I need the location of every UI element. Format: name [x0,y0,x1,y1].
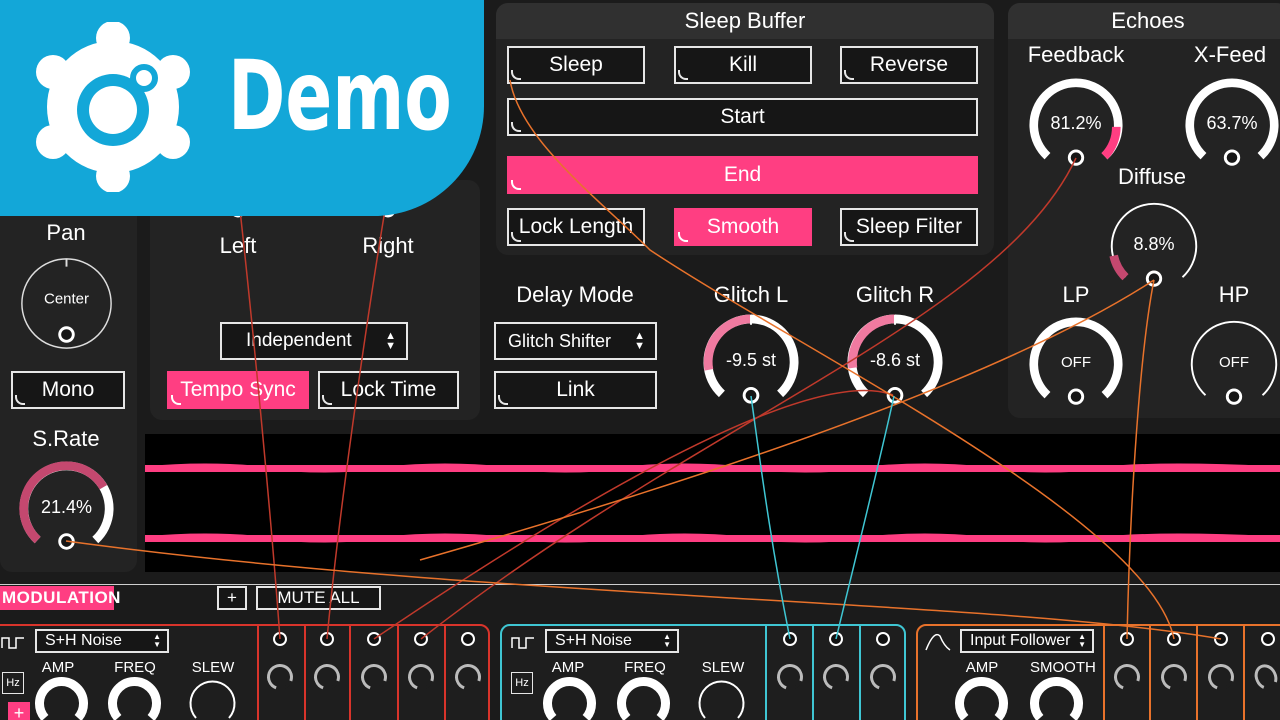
mod-2-hz-button[interactable]: Hz [511,672,533,694]
mod-2-amp-label: AMP [551,659,585,676]
xfeed-knob[interactable]: 63.7% [1184,77,1280,173]
left-label: Left [219,233,257,258]
end-button[interactable]: End [507,156,978,194]
glitch-l-knob[interactable]: -9.5 st [702,313,800,411]
glitch-r-value: -8.6 st [869,349,921,370]
hp-label: HP [1218,282,1250,307]
echoes-title: Echoes [1008,3,1280,39]
mod-3-output-jack[interactable] [1120,632,1134,646]
updown-icon: ▲ ▼ [634,330,645,352]
mono-button[interactable]: Mono [11,371,125,409]
srate-value: 21.4% [40,496,93,517]
feedback-label: Feedback [1027,42,1125,67]
smooth-button[interactable]: Smooth [674,208,812,246]
link-button[interactable]: Link [494,371,657,409]
sleep-button[interactable]: Sleep [507,46,645,84]
pan-knob[interactable]: Center [18,255,115,352]
waveform-scope [144,434,1280,572]
reverse-button[interactable]: Reverse [840,46,978,84]
start-button[interactable]: Start [507,98,978,136]
delay-mode-label: Delay Mode [516,282,634,307]
mod-1-output-jack[interactable] [461,632,475,646]
glitch-l-value: -9.5 st [725,349,777,370]
srate-knob[interactable]: 21.4% [18,460,115,557]
mod-3-output-jack[interactable] [1261,632,1275,646]
diffuse-value: 8.8% [1133,233,1175,254]
mod-1-slew-label: SLEW [191,659,235,676]
glitch-l-label: Glitch L [713,282,789,307]
mod-1-plus-button[interactable]: + [8,702,30,720]
updown-icon: ▲ ▼ [1078,632,1086,649]
demo-title: Demo [228,40,452,152]
hp-knob[interactable]: OFF [1186,316,1280,412]
delay-mode-select[interactable]: Glitch Shifter ▲ ▼ [494,322,657,360]
pan-label: Pan [46,220,86,245]
lock-length-button[interactable]: Lock Length [507,208,645,246]
srate-label: S.Rate [32,426,100,451]
mod-2-type: S+H Noise [555,632,632,649]
glitch-r-label: Glitch R [855,282,935,307]
diffuse-label: Diffuse [1117,164,1187,189]
mod-1-freq-label: FREQ [114,659,156,676]
delay-type-value: Independent [246,330,352,351]
mod-1-type: S+H Noise [45,632,122,649]
hp-value: OFF [1219,354,1249,372]
sleep-filter-button[interactable]: Sleep Filter [840,208,978,246]
tempo-sync-button[interactable]: Tempo Sync [167,371,309,409]
modulation-title: MODULATION [0,586,120,610]
updown-icon: ▲ ▼ [385,330,396,352]
updown-icon: ▲ ▼ [663,632,671,649]
updown-icon: ▲ ▼ [153,632,161,649]
mod-2-output-jack[interactable] [876,632,890,646]
add-modulator-button[interactable]: + [217,586,247,610]
mod-3-output-jack[interactable] [1214,632,1228,646]
mod-3-type-select[interactable]: Input Follower ▲ ▼ [960,629,1094,653]
mod-1-type-select[interactable]: S+H Noise ▲ ▼ [35,629,169,653]
feedback-value: 81.2% [1050,112,1102,133]
gear-logo-icon [36,22,190,192]
glitch-r-knob[interactable]: -8.6 st [846,313,944,411]
right-label: Right [362,233,414,258]
mod-1-output-jack[interactable] [320,632,334,646]
mod-1-hz-button[interactable]: Hz [2,672,24,694]
mod-1-output-jack[interactable] [273,632,287,646]
mod-2-output-jack[interactable] [783,632,797,646]
mod-2-type-select[interactable]: S+H Noise ▲ ▼ [545,629,679,653]
lp-value: OFF [1061,354,1091,372]
modulation-bar [0,584,1280,612]
mod-3-smooth-label: SMOOTH [1030,659,1096,676]
lp-knob[interactable]: OFF [1028,316,1124,412]
mod-1-output-jack[interactable] [367,632,381,646]
mod-2-freq-label: FREQ [624,659,666,676]
kill-button[interactable]: Kill [674,46,812,84]
diffuse-knob[interactable]: 8.8% [1106,198,1202,294]
pan-value: Center [43,290,90,308]
mod-1-output-jack[interactable] [414,632,428,646]
xfeed-value: 63.7% [1206,112,1258,133]
delay-mode-value: Glitch Shifter [508,330,612,351]
mod-3-amp-label: AMP [965,659,999,676]
mod-2-slew-label: SLEW [701,659,745,676]
mod-2-output-jack[interactable] [829,632,843,646]
mod-3-output-jack[interactable] [1167,632,1181,646]
lp-label: LP [1062,282,1090,307]
mute-all-button[interactable]: MUTE ALL [256,586,381,610]
mod-1-amp-label: AMP [41,659,75,676]
feedback-knob[interactable]: 81.2% [1028,77,1124,173]
mod-3-type: Input Follower [970,632,1071,649]
delay-type-select[interactable]: Independent ▲ ▼ [220,322,408,360]
sleep-buffer-title: Sleep Buffer [496,3,994,39]
demo-banner: Demo [0,0,484,216]
xfeed-label: X-Feed [1193,42,1267,67]
lock-time-button[interactable]: Lock Time [318,371,459,409]
